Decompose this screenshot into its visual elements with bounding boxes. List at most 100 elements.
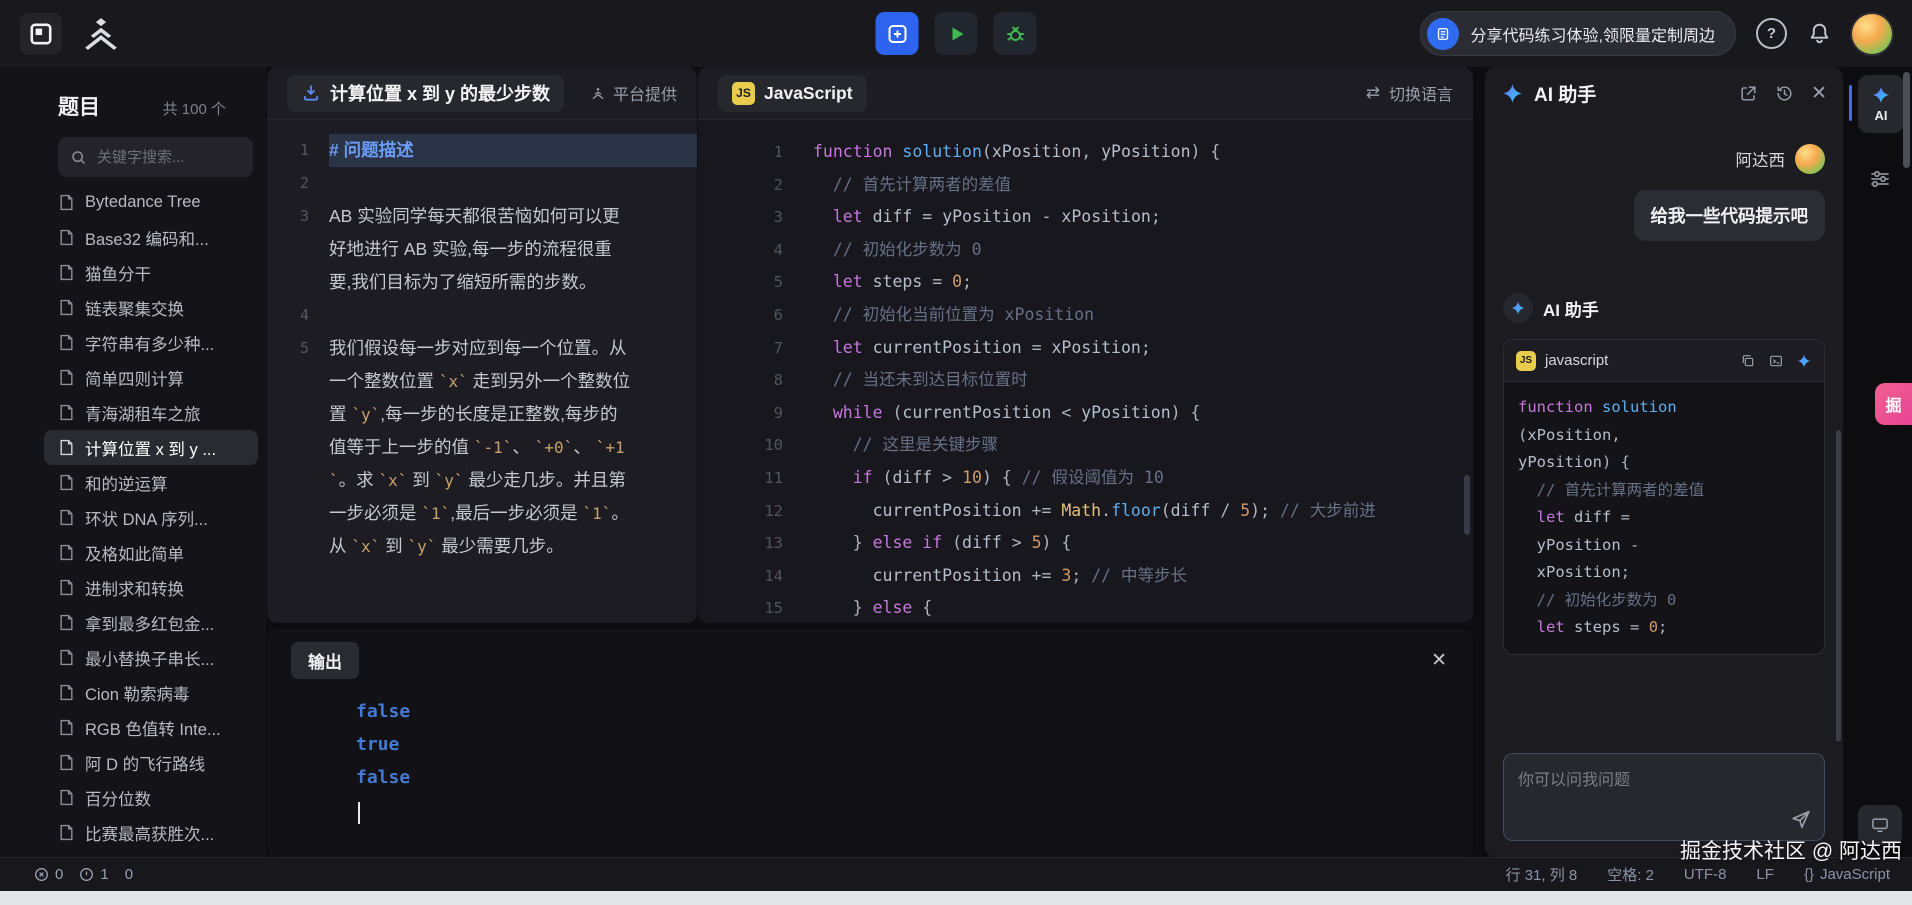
cursor-position[interactable]: 行 31, 列 8 [1506,864,1578,885]
code-line: 4 // 初始化步数为 0 [698,234,1473,267]
switch-language-button[interactable]: ⇄ 切换语言 [1366,81,1453,105]
app: 分享代码练习体验,领限量定制周边 ? 题目 共 100 个 Bytedance … [0,0,1912,905]
ai-code-line: (xPosition, [1518,422,1810,450]
problem-list-item[interactable]: RGB 色值转 Inte... [44,710,258,745]
monitor-icon [1870,815,1890,835]
indentation-setting[interactable]: 空格: 2 [1607,864,1654,885]
markdown-line: 3AB 实验同学每天都很苦恼如何可以更好地进行 AB 实验,每一步的流程很重要,… [267,200,697,299]
ai-code-content: function solution(xPosition,yPosition) {… [1504,382,1824,654]
debug-button[interactable] [994,12,1037,55]
output-line: true [356,728,1473,761]
problem-content[interactable]: 1# 问题描述23AB 实验同学每天都很苦恼如何可以更好地进行 AB 实验,每一… [267,120,697,623]
language-mode[interactable]: {} JavaScript [1804,866,1890,883]
output-line: false [356,761,1473,794]
promo-text: 分享代码练习体验,领限量定制周边 [1471,22,1715,46]
close-icon[interactable]: ✕ [1431,651,1447,670]
problem-item-label: Base32 编码和... [85,226,209,250]
editor-content[interactable]: 1function solution(xPosition, yPosition)… [698,120,1473,623]
ai-header-icons: ✕ [1739,82,1827,105]
ai-scrollbar[interactable] [1836,430,1841,741]
copy-icon[interactable] [1740,353,1756,369]
problem-list-item[interactable]: 猫鱼分干 [44,255,258,290]
swap-icon: ⇄ [1366,83,1380,103]
line-number: 6 [698,299,813,332]
status-bar: 0 1 0 行 31, 列 8 空格: 2 UTF-8 LF {} JavaSc… [0,857,1912,891]
settings-sliders-icon[interactable] [1868,167,1892,191]
problem-list-item[interactable]: 链表聚集交换 [44,290,258,325]
problem-list-item[interactable]: 百分位数 [44,780,258,815]
topbar-actions [876,12,1037,55]
language-tab[interactable]: JS JavaScript [718,75,867,112]
problem-list-item[interactable]: 环状 DNA 序列... [44,500,258,535]
magic-sparkle-icon[interactable] [1796,353,1812,369]
insert-code-icon[interactable] [1768,353,1784,369]
document-icon [58,719,75,736]
search-input[interactable] [95,148,241,167]
document-icon [58,404,75,421]
event-badge[interactable]: 掘 [1875,383,1912,425]
document-icon [58,649,75,666]
warning-count: 1 [100,866,108,883]
window-scrollbar[interactable] [1903,72,1910,168]
search-box[interactable] [58,137,253,177]
line-number: 1 [698,136,813,169]
info-counter[interactable]: 0 [125,866,133,883]
ai-code-line: let steps = 0; [1518,614,1810,642]
ai-panel-header: AI 助手 ✕ [1485,67,1843,120]
warning-counter[interactable]: 1 [79,866,108,883]
problem-list-item[interactable]: 最小替换子串长... [44,640,258,675]
problem-item-label: 最小替换子串长... [85,646,214,670]
problem-list-item[interactable]: 和的逆运算 [44,465,258,500]
problem-list-item[interactable]: 青海湖租车之旅 [44,395,258,430]
ai-assistant-button[interactable]: AI [1858,75,1904,133]
error-counter[interactable]: 0 [34,866,63,883]
line-number: 14 [698,560,813,593]
help-icon[interactable]: ? [1756,18,1787,49]
problem-list-item[interactable]: 进制求和转换 [44,570,258,605]
document-icon [58,439,75,456]
user-name: 阿达西 [1736,147,1786,171]
app-logo[interactable] [20,13,62,55]
problem-item-label: 字符串有多少种... [85,331,214,355]
promo-banner[interactable]: 分享代码练习体验,领限量定制周边 [1420,11,1736,56]
output-tab[interactable]: 输出 [291,642,359,679]
problem-list-item[interactable]: 简单四则计算 [44,360,258,395]
run-button[interactable] [935,12,978,55]
export-icon[interactable] [1739,84,1758,103]
juejin-logo[interactable] [78,17,124,51]
problem-list-item[interactable]: 拿到最多红包金... [44,605,258,640]
provider-text: 平台提供 [613,81,677,105]
output-panel: 输出 ✕ falsetruefalse [267,629,1473,857]
line-number: 9 [698,397,813,430]
ai-input[interactable] [1504,754,1824,840]
code-block-actions [1740,353,1812,369]
problem-list-item[interactable]: Cion 勒索病毒 [44,675,258,710]
code-line: 9 while (currentPosition < yPosition) { [698,397,1473,430]
submit-button[interactable] [876,12,919,55]
history-icon[interactable] [1775,84,1794,103]
ai-panel: AI 助手 ✕ 阿达西 给我一些代码提示吧 [1485,67,1843,857]
close-icon[interactable]: ✕ [1811,82,1827,105]
output-line: false [356,695,1473,728]
line-number: 11 [698,462,813,495]
user-message-header: 阿达西 [1503,144,1825,174]
problem-list-item[interactable]: 计算位置 x 到 y ... [44,430,258,465]
problem-list-item[interactable]: Bytedance Tree [44,185,258,220]
send-icon[interactable] [1790,808,1812,830]
braces-icon: {} [1804,866,1814,883]
problem-list-item[interactable]: 比赛最高获胜次... [44,815,258,850]
editor-scrollbar[interactable] [1464,475,1470,535]
problem-list-item[interactable]: 字符串有多少种... [44,325,258,360]
problem-title-tab[interactable]: 计算位置 x 到 y 的最少步数 [287,75,564,112]
encoding-setting[interactable]: UTF-8 [1684,866,1727,883]
user-avatar[interactable] [1852,14,1892,54]
announcement-icon [1427,18,1459,50]
problem-list-item[interactable]: 及格如此简单 [44,535,258,570]
problem-list-item[interactable]: 阿 D 的飞行路线 [44,745,258,780]
language-label: JavaScript [764,83,853,104]
bell-icon[interactable] [1807,21,1832,46]
code-line: 7 let currentPosition = xPosition; [698,332,1473,365]
problem-list-item[interactable]: Base32 编码和... [44,220,258,255]
eol-setting[interactable]: LF [1756,866,1774,883]
statusbar-right: 行 31, 列 8 空格: 2 UTF-8 LF {} JavaScript [1506,864,1912,885]
